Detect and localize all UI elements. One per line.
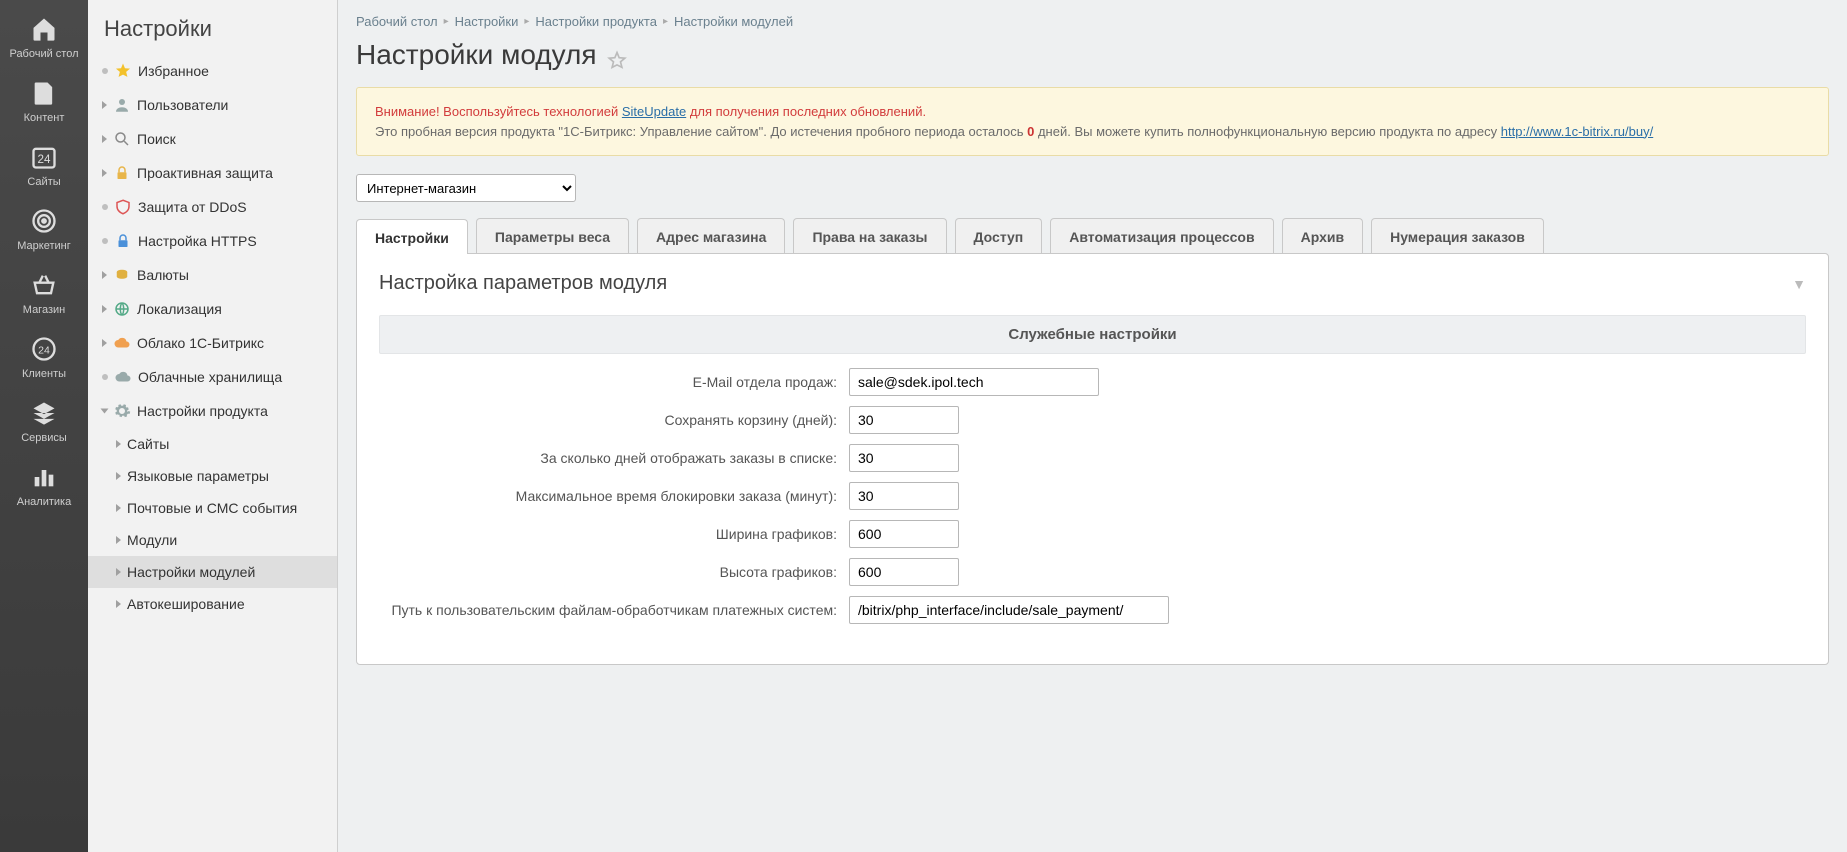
svg-text:24: 24 [38, 153, 51, 166]
rail-label: Контент [24, 112, 65, 124]
basket-icon [27, 270, 61, 300]
padlock-icon [114, 232, 132, 250]
home-icon [27, 14, 61, 44]
rail-content[interactable]: Контент [0, 68, 88, 132]
field-label-basket-days: Сохранять корзину (дней): [379, 412, 849, 428]
sidebar-item-users[interactable]: Пользователи [88, 88, 337, 122]
crumb-link[interactable]: Настройки [455, 14, 519, 29]
sidebar-item-cloudstore[interactable]: Облачные хранилища [88, 360, 337, 394]
payment-path-field[interactable] [849, 596, 1169, 624]
tab-settings[interactable]: Настройки [356, 219, 468, 254]
module-select[interactable]: Интернет-магазин [356, 174, 576, 202]
sidebar-item-ddos[interactable]: Защита от DDoS [88, 190, 337, 224]
chart-height-field[interactable] [849, 558, 959, 586]
sidebar: Настройки Избранное Пользователи Поиск П… [88, 0, 338, 852]
rail-sites[interactable]: 24 Сайты [0, 132, 88, 196]
panel-title: Настройка параметров модуля [379, 272, 667, 295]
sidebar-item-https[interactable]: Настройка HTTPS [88, 224, 337, 258]
sidebar-item-product-autocache[interactable]: Автокеширование [88, 588, 337, 620]
basket-days-field[interactable] [849, 406, 959, 434]
gear-icon [113, 402, 131, 420]
globe-icon [113, 300, 131, 318]
sidebar-item-proactive[interactable]: Проактивная защита [88, 156, 337, 190]
email-field[interactable] [849, 368, 1099, 396]
target-icon [27, 206, 61, 236]
tab-automation[interactable]: Автоматизация процессов [1050, 218, 1273, 253]
svg-text:24: 24 [38, 345, 50, 357]
cloud-icon [113, 334, 131, 352]
sidebar-item-product[interactable]: Настройки продукта [88, 394, 337, 428]
rail-marketing[interactable]: Маркетинг [0, 196, 88, 260]
crumb-link[interactable]: Настройки модулей [674, 14, 793, 29]
favorite-star-icon[interactable] [607, 45, 627, 65]
rail-clients[interactable]: 24 Клиенты [0, 324, 88, 388]
notice-warning: Внимание! Воспользуйтесь технологией [375, 104, 622, 119]
rail-services[interactable]: Сервисы [0, 388, 88, 452]
rail-label: Сайты [27, 176, 60, 188]
rail-label: Аналитика [17, 496, 71, 508]
tab-numbering[interactable]: Нумерация заказов [1371, 218, 1544, 253]
chart-width-field[interactable] [849, 520, 959, 548]
search-icon [113, 130, 131, 148]
crumb-link[interactable]: Рабочий стол [356, 14, 438, 29]
field-label-order-days: За сколько дней отображать заказы в спис… [379, 450, 849, 466]
sidebar-item-locale[interactable]: Локализация [88, 292, 337, 326]
clock-icon: 24 [27, 334, 61, 364]
settings-panel: Настройка параметров модуля ▼ Служебные … [356, 253, 1829, 665]
sidebar-item-product-lang[interactable]: Языковые параметры [88, 460, 337, 492]
field-label-chart-w: Ширина графиков: [379, 526, 849, 542]
calendar-icon: 24 [27, 142, 61, 172]
field-label-chart-h: Высота графиков: [379, 564, 849, 580]
order-list-days-field[interactable] [849, 444, 959, 472]
rail-analytics[interactable]: Аналитика [0, 452, 88, 516]
collapse-icon[interactable]: ▼ [1792, 276, 1806, 292]
coins-icon [113, 266, 131, 284]
lock-minutes-field[interactable] [849, 482, 959, 510]
field-label-email: E-Mail отдела продаж: [379, 374, 849, 390]
rail-desktop[interactable]: Рабочий стол [0, 4, 88, 68]
star-icon [114, 62, 132, 80]
cloud-storage-icon [114, 368, 132, 386]
sidebar-item-product-modules[interactable]: Модули [88, 524, 337, 556]
rail-label: Сервисы [21, 432, 67, 444]
main-content: Рабочий стол▸ Настройки▸ Настройки проду… [338, 0, 1847, 852]
field-label-pay-path: Путь к пользовательским файлам-обработчи… [379, 602, 849, 618]
section-header: Служебные настройки [379, 315, 1806, 354]
document-icon [27, 78, 61, 108]
bars-icon [27, 462, 61, 492]
layers-icon [27, 398, 61, 428]
sidebar-item-currency[interactable]: Валюты [88, 258, 337, 292]
siteupdate-link[interactable]: SiteUpdate [622, 104, 686, 119]
tabs: Настройки Параметры веса Адрес магазина … [338, 218, 1847, 253]
sidebar-item-product-sites[interactable]: Сайты [88, 428, 337, 460]
sidebar-item-product-mail[interactable]: Почтовые и СМС события [88, 492, 337, 524]
sidebar-item-cloud[interactable]: Облако 1С-Битрикс [88, 326, 337, 360]
shield-icon [114, 198, 132, 216]
tab-archive[interactable]: Архив [1282, 218, 1363, 253]
user-icon [113, 96, 131, 114]
rail-shop[interactable]: Магазин [0, 260, 88, 324]
page-title: Настройки модуля [338, 35, 1847, 87]
rail-label: Магазин [23, 304, 65, 316]
tab-access[interactable]: Доступ [955, 218, 1043, 253]
sidebar-title: Настройки [88, 0, 337, 54]
sidebar-item-search[interactable]: Поиск [88, 122, 337, 156]
left-rail: Рабочий стол Контент 24 Сайты Маркетинг … [0, 0, 88, 852]
buy-link[interactable]: http://www.1c-bitrix.ru/buy/ [1501, 124, 1653, 139]
sidebar-item-product-modset[interactable]: Настройки модулей [88, 556, 337, 588]
field-label-lock-min: Максимальное время блокировки заказа (ми… [379, 488, 849, 504]
lock-icon [113, 164, 131, 182]
breadcrumb: Рабочий стол▸ Настройки▸ Настройки проду… [338, 0, 1847, 35]
rail-label: Маркетинг [17, 240, 70, 252]
tab-address[interactable]: Адрес магазина [637, 218, 785, 253]
rail-label: Рабочий стол [9, 48, 78, 60]
tab-weight[interactable]: Параметры веса [476, 218, 629, 253]
trial-notice: Внимание! Воспользуйтесь технологией Sit… [356, 87, 1829, 156]
crumb-link[interactable]: Настройки продукта [535, 14, 657, 29]
tab-order-rights[interactable]: Права на заказы [793, 218, 946, 253]
rail-label: Клиенты [22, 368, 66, 380]
sidebar-item-favorites[interactable]: Избранное [88, 54, 337, 88]
